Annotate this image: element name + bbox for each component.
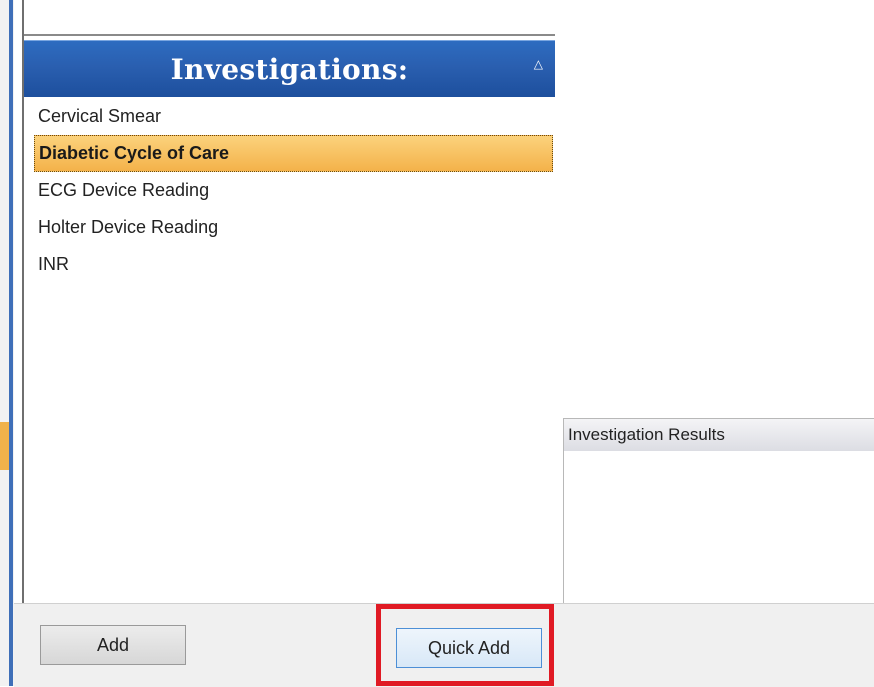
list-item-inr[interactable]: INR — [34, 246, 553, 283]
panel-top-separator — [24, 34, 555, 36]
sort-ascending-icon[interactable]: △ — [534, 57, 543, 71]
list-item-cervical-smear[interactable]: Cervical Smear — [34, 98, 553, 135]
add-button[interactable]: Add — [40, 625, 186, 665]
list-item-diabetic-cycle-of-care[interactable]: Diabetic Cycle of Care — [34, 135, 553, 172]
investigation-results-label: Investigation Results — [568, 425, 725, 444]
investigations-title: Investigations: — [170, 53, 409, 86]
list-item-ecg-device-reading[interactable]: ECG Device Reading — [34, 172, 553, 209]
left-edge-border — [9, 0, 13, 686]
highlight-box — [376, 604, 554, 686]
investigations-panel: Investigations: △ Cervical Smear Diabeti… — [22, 0, 557, 603]
list-item-holter-device-reading[interactable]: Holter Device Reading — [34, 209, 553, 246]
investigation-results-header[interactable]: Investigation Results — [563, 418, 874, 452]
left-edge-accent — [0, 422, 9, 470]
investigations-list: Cervical Smear Diabetic Cycle of Care EC… — [34, 98, 553, 283]
investigation-results-body — [563, 451, 874, 603]
investigations-header[interactable]: Investigations: △ — [24, 40, 555, 97]
